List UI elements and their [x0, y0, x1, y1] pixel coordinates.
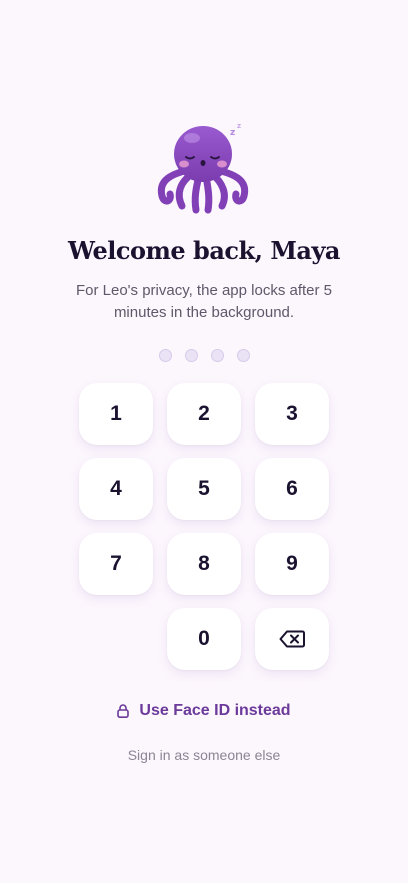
keypad-key-6[interactable]: 6 — [255, 458, 329, 520]
keypad-empty-slot — [79, 608, 153, 670]
keypad-key-8[interactable]: 8 — [167, 533, 241, 595]
keypad-key-0[interactable]: 0 — [167, 608, 241, 670]
privacy-subtitle: For Leo's privacy, the app locks after 5… — [75, 282, 333, 321]
keypad-key-3[interactable]: 3 — [255, 383, 329, 445]
lock-screen: z z Welcome back, Maya For Leo's privacy… — [0, 0, 408, 883]
lock-icon — [117, 704, 130, 718]
keypad-key-5[interactable]: 5 — [167, 458, 241, 520]
keypad-key-2[interactable]: 2 — [167, 383, 241, 445]
keypad-key-9[interactable]: 9 — [255, 533, 329, 595]
keypad-key-4[interactable]: 4 — [79, 458, 153, 520]
sign-in-other-link[interactable]: Sign in as someone else — [0, 747, 408, 763]
keypad-key-1[interactable]: 1 — [79, 383, 153, 445]
face-id-button[interactable]: Use Face ID instead — [0, 702, 408, 720]
welcome-title: Welcome back, Maya — [68, 236, 340, 265]
svg-text:z: z — [237, 122, 241, 130]
pin-dot — [184, 349, 198, 362]
face-id-label: Use Face ID instead — [139, 702, 291, 719]
pin-keypad: 1 2 3 4 5 6 7 8 9 0 — [79, 383, 330, 670]
pin-dot — [210, 349, 224, 362]
backspace-button[interactable] — [255, 608, 329, 670]
sleeping-octopus-icon: z z — [157, 122, 249, 214]
svg-text:z: z — [230, 128, 235, 138]
backspace-icon — [279, 630, 305, 648]
pin-dot — [158, 349, 172, 362]
pin-dot — [236, 349, 250, 362]
keypad-key-7[interactable]: 7 — [79, 533, 153, 595]
pin-indicator — [0, 349, 408, 362]
